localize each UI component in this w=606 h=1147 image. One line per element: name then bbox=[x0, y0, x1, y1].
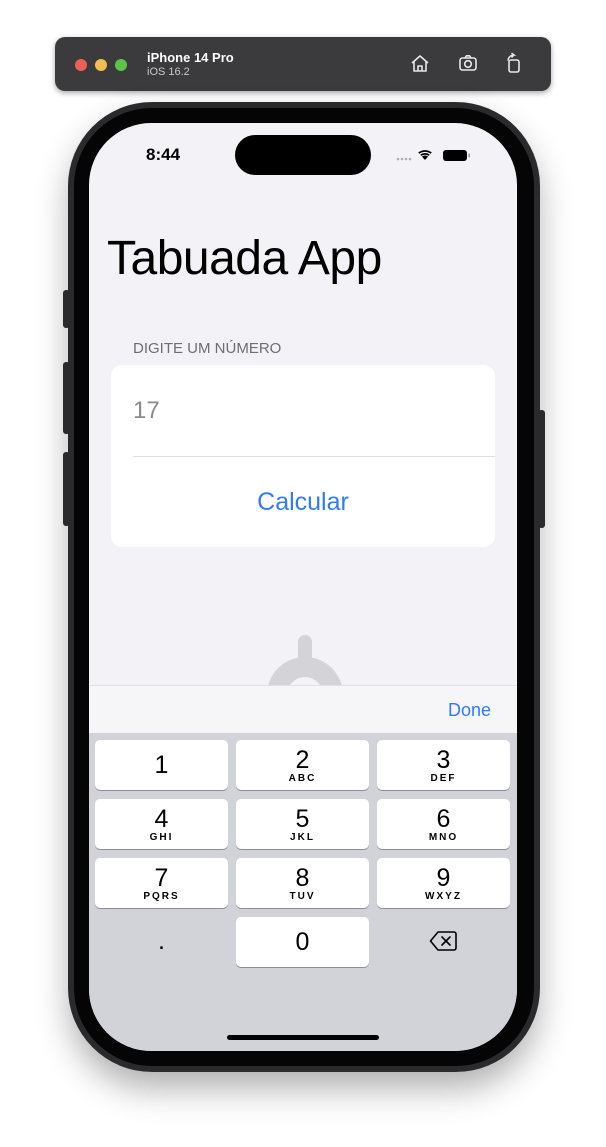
rotate-icon[interactable] bbox=[503, 52, 525, 74]
page-title: Tabuada App bbox=[107, 232, 382, 285]
status-time: 8:44 bbox=[146, 145, 181, 164]
key-digit: 9 bbox=[436, 864, 451, 892]
section-header: DIGITE UM NÚMERO bbox=[133, 340, 282, 357]
key-letters: PQRS bbox=[143, 891, 180, 902]
key-digit: 7 bbox=[154, 864, 169, 892]
key-7[interactable]: 7 PQRS bbox=[95, 858, 228, 908]
dynamic-island bbox=[235, 135, 371, 175]
cellular-signal-icon bbox=[396, 157, 412, 161]
key-digit: 6 bbox=[436, 805, 451, 833]
key-letters: DEF bbox=[430, 773, 457, 784]
key-5[interactable]: 5 JKL bbox=[236, 799, 369, 849]
key-3[interactable]: 3 DEF bbox=[377, 740, 510, 790]
zoom-window-button[interactable] bbox=[115, 59, 127, 71]
device-name: iPhone 14 Pro bbox=[147, 50, 234, 65]
backspace-icon bbox=[429, 931, 457, 951]
key-2[interactable]: 2 ABC bbox=[236, 740, 369, 790]
key-digit: 8 bbox=[295, 864, 310, 892]
key-digit: 5 bbox=[295, 805, 310, 833]
screenshot-icon[interactable] bbox=[457, 52, 479, 74]
key-decimal[interactable]: . bbox=[95, 917, 228, 967]
key-digit: 3 bbox=[436, 746, 451, 774]
key-9[interactable]: 9 WXYZ bbox=[377, 858, 510, 908]
key-0[interactable]: 0 bbox=[236, 917, 369, 967]
key-letters: TUV bbox=[289, 891, 316, 902]
key-letters: MNO bbox=[428, 832, 459, 843]
key-8[interactable]: 8 TUV bbox=[236, 858, 369, 908]
key-letters: WXYZ bbox=[425, 891, 462, 902]
minimize-window-button[interactable] bbox=[95, 59, 107, 71]
form-card: Calcular bbox=[111, 365, 495, 547]
wifi-icon bbox=[418, 150, 432, 160]
key-digit: 0 bbox=[295, 928, 310, 956]
key-4[interactable]: 4 GHI bbox=[95, 799, 228, 849]
done-button[interactable]: Done bbox=[448, 700, 491, 721]
status-icons bbox=[395, 147, 485, 163]
home-indicator[interactable] bbox=[227, 1035, 379, 1040]
keyboard-toolbar: Done bbox=[89, 685, 517, 734]
numeric-keypad: 1 2 ABC 3 DEF 4 GHI 5 JKL 6 MNO 7 PQRS 8… bbox=[89, 733, 517, 1051]
phone-screen: 8:44 Tabuada App DIGITE UM NÚMERO Calcul… bbox=[89, 123, 517, 1051]
key-digit: 1 bbox=[154, 751, 169, 779]
home-icon[interactable] bbox=[409, 52, 431, 74]
battery-icon bbox=[443, 150, 470, 161]
key-digit: 2 bbox=[295, 746, 310, 774]
simulator-toolbar: iPhone 14 Pro iOS 16.2 bbox=[55, 37, 551, 91]
key-1[interactable]: 1 bbox=[95, 740, 228, 790]
close-window-button[interactable] bbox=[75, 59, 87, 71]
number-input[interactable] bbox=[133, 365, 473, 457]
key-digit: . bbox=[158, 927, 165, 955]
key-letters: ABC bbox=[288, 773, 317, 784]
calculate-button[interactable]: Calcular bbox=[111, 457, 495, 547]
key-letters: GHI bbox=[149, 832, 174, 843]
key-digit: 4 bbox=[154, 805, 169, 833]
backspace-key[interactable] bbox=[377, 917, 510, 967]
os-version: iOS 16.2 bbox=[147, 66, 190, 78]
key-letters: JKL bbox=[290, 832, 315, 843]
key-6[interactable]: 6 MNO bbox=[377, 799, 510, 849]
